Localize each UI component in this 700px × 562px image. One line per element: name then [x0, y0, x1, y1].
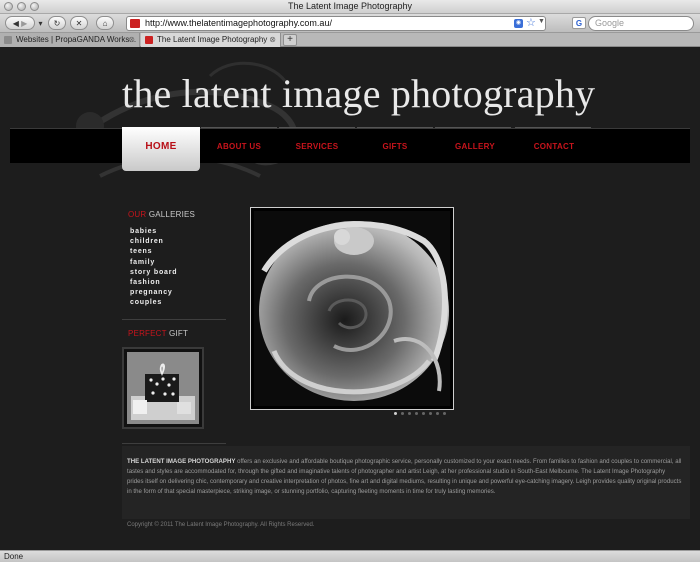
slideshow-dot[interactable]	[429, 412, 432, 415]
gallery-link-children[interactable]: children	[130, 237, 177, 247]
sidebar-divider	[122, 443, 226, 444]
gallery-list: babies children teens family story board…	[130, 227, 177, 309]
gallery-link-teens[interactable]: teens	[130, 247, 177, 257]
slideshow-dot[interactable]	[408, 412, 411, 415]
slideshow-dot[interactable]	[401, 412, 404, 415]
gallery-link-pregnancy[interactable]: pregnancy	[130, 288, 177, 298]
gallery-link-fashion[interactable]: fashion	[130, 278, 177, 288]
gallery-link-babies[interactable]: babies	[130, 227, 177, 237]
search-engine-icon[interactable]: G	[572, 17, 586, 29]
galleries-heading-accent: OUR	[128, 210, 147, 219]
galleries-heading: OUR GALLERIES	[128, 210, 195, 219]
tab-favicon-icon	[4, 36, 12, 44]
address-bar-text[interactable]: http://www.thelatentimagephotography.com…	[145, 18, 332, 28]
web-page: the latent image photography HOME ABOUT …	[0, 48, 700, 550]
feature-photo-frame[interactable]	[250, 207, 454, 410]
gallery-link-story-board[interactable]: story board	[130, 268, 177, 278]
nav-gifts[interactable]: GIFTS	[356, 129, 434, 164]
nav-divider	[279, 127, 355, 128]
nav-about-us[interactable]: ABOUT US	[200, 129, 278, 164]
forward-arrow-icon[interactable]: ▶	[21, 19, 27, 28]
rss-feed-icon[interactable]: ◉	[514, 19, 523, 28]
gift-heading: PERFECT GIFT	[128, 329, 188, 338]
slideshow-dot[interactable]	[394, 412, 397, 415]
slideshow-dot[interactable]	[436, 412, 439, 415]
history-dropdown-icon[interactable]: ▾	[36, 16, 45, 30]
new-tab-button[interactable]: +	[283, 34, 297, 46]
slideshow-dot[interactable]	[443, 412, 446, 415]
tab-close-icon[interactable]: ⊗	[269, 33, 276, 47]
search-input[interactable]: Google	[588, 16, 694, 31]
nav-services[interactable]: SERVICES	[278, 129, 356, 164]
sidebar-divider	[122, 319, 226, 320]
main-navigation: HOME ABOUT US SERVICES GIFTS GALLERY CON…	[10, 127, 690, 171]
status-text: Done	[4, 552, 24, 561]
tab-label: The Latent Image Photography	[157, 35, 268, 44]
gift-photo	[127, 352, 199, 424]
back-forward-buttons[interactable]: ◀ ▶	[5, 16, 35, 30]
gallery-link-couples[interactable]: couples	[130, 298, 177, 308]
slideshow-dot[interactable]	[415, 412, 418, 415]
gift-heading-accent: PERFECT	[128, 329, 167, 338]
tab-latent-image[interactable]: The Latent Image Photography ⊗	[141, 33, 281, 47]
gallery-link-family[interactable]: family	[130, 258, 177, 268]
tab-propaganda[interactable]: Websites | PropaGANDA Works... ⊗	[0, 33, 140, 47]
about-section: THE LATENT IMAGE PHOTOGRAPHY offers an e…	[122, 446, 690, 519]
window-title: The Latent Image Photography	[287, 1, 413, 11]
nav-contact[interactable]: CONTACT	[515, 129, 593, 164]
tab-close-icon[interactable]: ⊗	[128, 33, 135, 47]
browser-toolbar: ◀ ▶ ▾ ↻ ✕ ⌂ http://www.thelatentimagepho…	[0, 14, 700, 33]
bookmark-star-icon[interactable]: ☆	[526, 16, 536, 29]
galleries-heading-text: GALLERIES	[146, 210, 196, 219]
reload-icon[interactable]: ↻	[48, 16, 66, 30]
feature-rose-photo	[254, 211, 450, 406]
site-title: the latent image photography	[122, 71, 596, 116]
nav-home[interactable]: HOME	[122, 127, 200, 171]
gift-image-link[interactable]	[122, 347, 204, 429]
nav-divider	[201, 127, 277, 128]
address-bar[interactable]: http://www.thelatentimagephotography.com…	[126, 16, 546, 31]
about-lead: THE LATENT IMAGE PHOTOGRAPHY	[127, 458, 236, 465]
nav-divider	[435, 127, 511, 128]
tab-favicon-icon	[145, 36, 153, 44]
url-dropdown-icon[interactable]: ▼	[538, 18, 545, 25]
slideshow-pager	[394, 412, 446, 415]
tab-bar: Websites | PropaGANDA Works... ⊗ The Lat…	[0, 33, 700, 47]
nav-divider	[357, 127, 433, 128]
nav-gallery[interactable]: GALLERY	[436, 129, 514, 164]
back-arrow-icon[interactable]: ◀	[13, 19, 19, 28]
status-bar: Done	[0, 550, 700, 562]
copyright-text: Copyright © 2011 The Latent Image Photog…	[127, 522, 315, 528]
stop-icon[interactable]: ✕	[70, 16, 88, 30]
window-titlebar: The Latent Image Photography	[0, 0, 700, 14]
gift-heading-text: GIFT	[166, 329, 189, 338]
slideshow-dot[interactable]	[422, 412, 425, 415]
about-text: THE LATENT IMAGE PHOTOGRAPHY offers an e…	[127, 457, 683, 497]
nav-divider	[515, 127, 591, 128]
tab-label: Websites | PropaGANDA Works...	[16, 35, 137, 44]
site-favicon-icon	[130, 19, 140, 28]
search-placeholder: Google	[595, 18, 625, 28]
home-icon[interactable]: ⌂	[96, 16, 114, 30]
